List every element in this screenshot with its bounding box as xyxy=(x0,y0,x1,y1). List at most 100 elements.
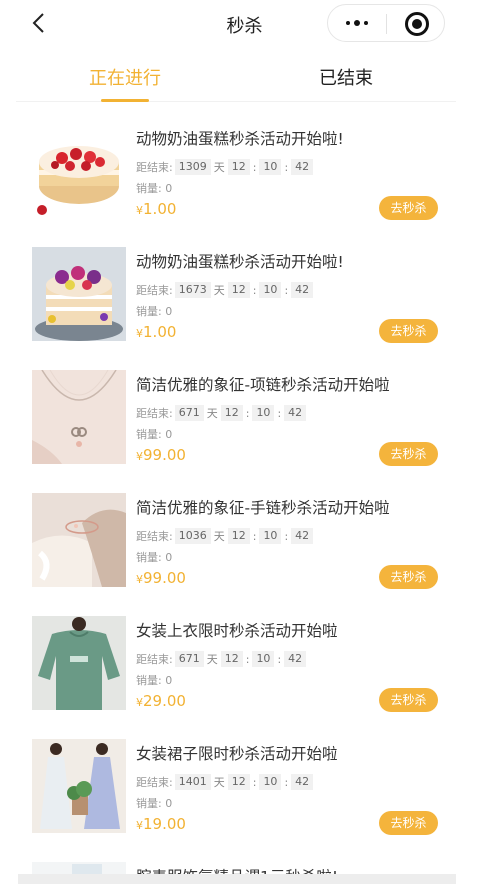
bracelet-image xyxy=(32,493,126,587)
green-sweater-image xyxy=(32,616,126,710)
countdown-days: 1309 xyxy=(174,159,211,175)
item-price: ¥1.00 xyxy=(136,323,176,341)
countdown-seconds: 42 xyxy=(284,405,307,421)
countdown-minutes: 10 xyxy=(259,159,282,175)
day-unit: 天 xyxy=(206,653,218,666)
sales-value: 0 xyxy=(165,428,173,441)
sales-label: 销量: xyxy=(136,428,162,441)
price-integer: 99 xyxy=(143,569,163,587)
mini-program-capsule xyxy=(327,4,445,42)
capsule-divider xyxy=(386,14,387,34)
sales-label: 销量: xyxy=(136,674,162,687)
item-title: 动物奶油蛋糕秒杀活动开始啦! xyxy=(136,253,344,271)
countdown-timer: 距结束: 671 天 12 : 10 : 42 xyxy=(136,404,308,422)
price-integer: 99 xyxy=(143,446,163,464)
close-miniprogram-icon[interactable] xyxy=(405,12,429,36)
countdown-timer: 距结束: 1401 天 12 : 10 : 42 xyxy=(136,773,315,791)
countdown-label: 距结束: xyxy=(136,284,173,297)
day-unit: 天 xyxy=(213,284,225,297)
price-integer: 1 xyxy=(143,200,153,218)
time-separator: : xyxy=(284,283,289,297)
sales-count: 销量: 0 xyxy=(136,303,172,319)
countdown-days: 1401 xyxy=(174,774,211,790)
time-separator: : xyxy=(284,775,289,789)
currency-symbol: ¥ xyxy=(136,327,143,340)
time-separator: : xyxy=(277,652,282,666)
currency-symbol: ¥ xyxy=(136,450,143,463)
buy-button[interactable]: 去秒杀 xyxy=(379,688,438,712)
item-price: ¥29.00 xyxy=(136,692,186,710)
countdown-label: 距结束: xyxy=(136,530,173,543)
buy-button[interactable]: 去秒杀 xyxy=(379,319,438,343)
status-tabs: 正在进行 已结束 xyxy=(16,50,456,102)
tab-ongoing[interactable]: 正在进行 xyxy=(89,64,161,90)
item-title: 动物奶油蛋糕秒杀活动开始啦! xyxy=(136,130,344,148)
list-item[interactable]: 女装上衣限时秒杀活动开始啦 距结束: 671 天 12 : 10 : 42 销量… xyxy=(0,596,489,719)
sales-value: 0 xyxy=(165,305,173,318)
countdown-days: 1036 xyxy=(174,528,211,544)
countdown-hours: 12 xyxy=(227,282,250,298)
countdown-timer: 距结束: 1036 天 12 : 10 : 42 xyxy=(136,527,315,545)
countdown-minutes: 10 xyxy=(252,651,275,667)
item-price: ¥19.00 xyxy=(136,815,186,833)
day-unit: 天 xyxy=(213,776,225,789)
dresses-image xyxy=(32,739,126,833)
list-item[interactable]: 动物奶油蛋糕秒杀活动开始啦! 距结束: 1309 天 12 : 10 : 42 … xyxy=(0,104,489,227)
countdown-minutes: 10 xyxy=(259,528,282,544)
countdown-seconds: 42 xyxy=(291,774,314,790)
countdown-hours: 12 xyxy=(227,528,250,544)
countdown-minutes: 10 xyxy=(259,282,282,298)
navigation-bar: 秒杀 xyxy=(0,0,489,46)
countdown-timer: 距结束: 1309 天 12 : 10 : 42 xyxy=(136,158,315,176)
more-menu-icon[interactable] xyxy=(328,5,386,41)
sales-value: 0 xyxy=(165,182,173,195)
buy-button[interactable]: 去秒杀 xyxy=(379,565,438,589)
time-separator: : xyxy=(252,160,257,174)
time-separator: : xyxy=(252,283,257,297)
day-unit: 天 xyxy=(213,530,225,543)
time-separator: : xyxy=(245,406,250,420)
price-decimal: .00 xyxy=(162,569,186,587)
price-decimal: .00 xyxy=(152,200,177,218)
sales-label: 销量: xyxy=(136,305,162,318)
time-separator: : xyxy=(252,529,257,543)
countdown-days: 671 xyxy=(174,405,204,421)
list-item[interactable]: 动物奶油蛋糕秒杀活动开始啦! 距结束: 1673 天 12 : 10 : 42 … xyxy=(0,227,489,350)
buy-button[interactable]: 去秒杀 xyxy=(379,811,438,835)
sales-label: 销量: xyxy=(136,182,162,195)
countdown-seconds: 42 xyxy=(291,282,314,298)
item-title: 简洁优雅的象征-项链秒杀活动开始啦 xyxy=(136,376,390,394)
price-decimal: .00 xyxy=(162,692,186,710)
countdown-days: 671 xyxy=(174,651,204,667)
price-integer: 19 xyxy=(143,815,163,833)
countdown-days: 1673 xyxy=(174,282,211,298)
currency-symbol: ¥ xyxy=(136,819,143,832)
item-price: ¥1.00 xyxy=(136,200,176,218)
list-item[interactable]: 简洁优雅的象征-手链秒杀活动开始啦 距结束: 1036 天 12 : 10 : … xyxy=(0,473,489,596)
buy-button[interactable]: 去秒杀 xyxy=(379,442,438,466)
countdown-timer: 距结束: 671 天 12 : 10 : 42 xyxy=(136,650,308,668)
sales-label: 销量: xyxy=(136,551,162,564)
sales-value: 0 xyxy=(165,551,173,564)
necklace-image xyxy=(32,370,126,464)
countdown-hours: 12 xyxy=(227,159,250,175)
price-decimal: .00 xyxy=(162,815,186,833)
tab-ended[interactable]: 已结束 xyxy=(319,64,373,90)
list-item[interactable]: 简洁优雅的象征-项链秒杀活动开始啦 距结束: 671 天 12 : 10 : 4… xyxy=(0,350,489,473)
sales-count: 销量: 0 xyxy=(136,795,172,811)
day-unit: 天 xyxy=(213,161,225,174)
flower-cake-image xyxy=(32,247,126,341)
list-item[interactable]: 女装裙子限时秒杀活动开始啦 距结束: 1401 天 12 : 10 : 42 销… xyxy=(0,719,489,842)
buy-button[interactable]: 去秒杀 xyxy=(379,196,438,220)
countdown-label: 距结束: xyxy=(136,407,173,420)
day-unit: 天 xyxy=(206,407,218,420)
price-integer: 1 xyxy=(143,323,153,341)
countdown-hours: 12 xyxy=(227,774,250,790)
item-price: ¥99.00 xyxy=(136,446,186,464)
currency-symbol: ¥ xyxy=(136,696,143,709)
countdown-seconds: 42 xyxy=(291,159,314,175)
countdown-label: 距结束: xyxy=(136,776,173,789)
active-tab-indicator xyxy=(101,99,149,102)
strawberry-cake-image xyxy=(32,124,126,218)
sales-count: 销量: 0 xyxy=(136,180,172,196)
